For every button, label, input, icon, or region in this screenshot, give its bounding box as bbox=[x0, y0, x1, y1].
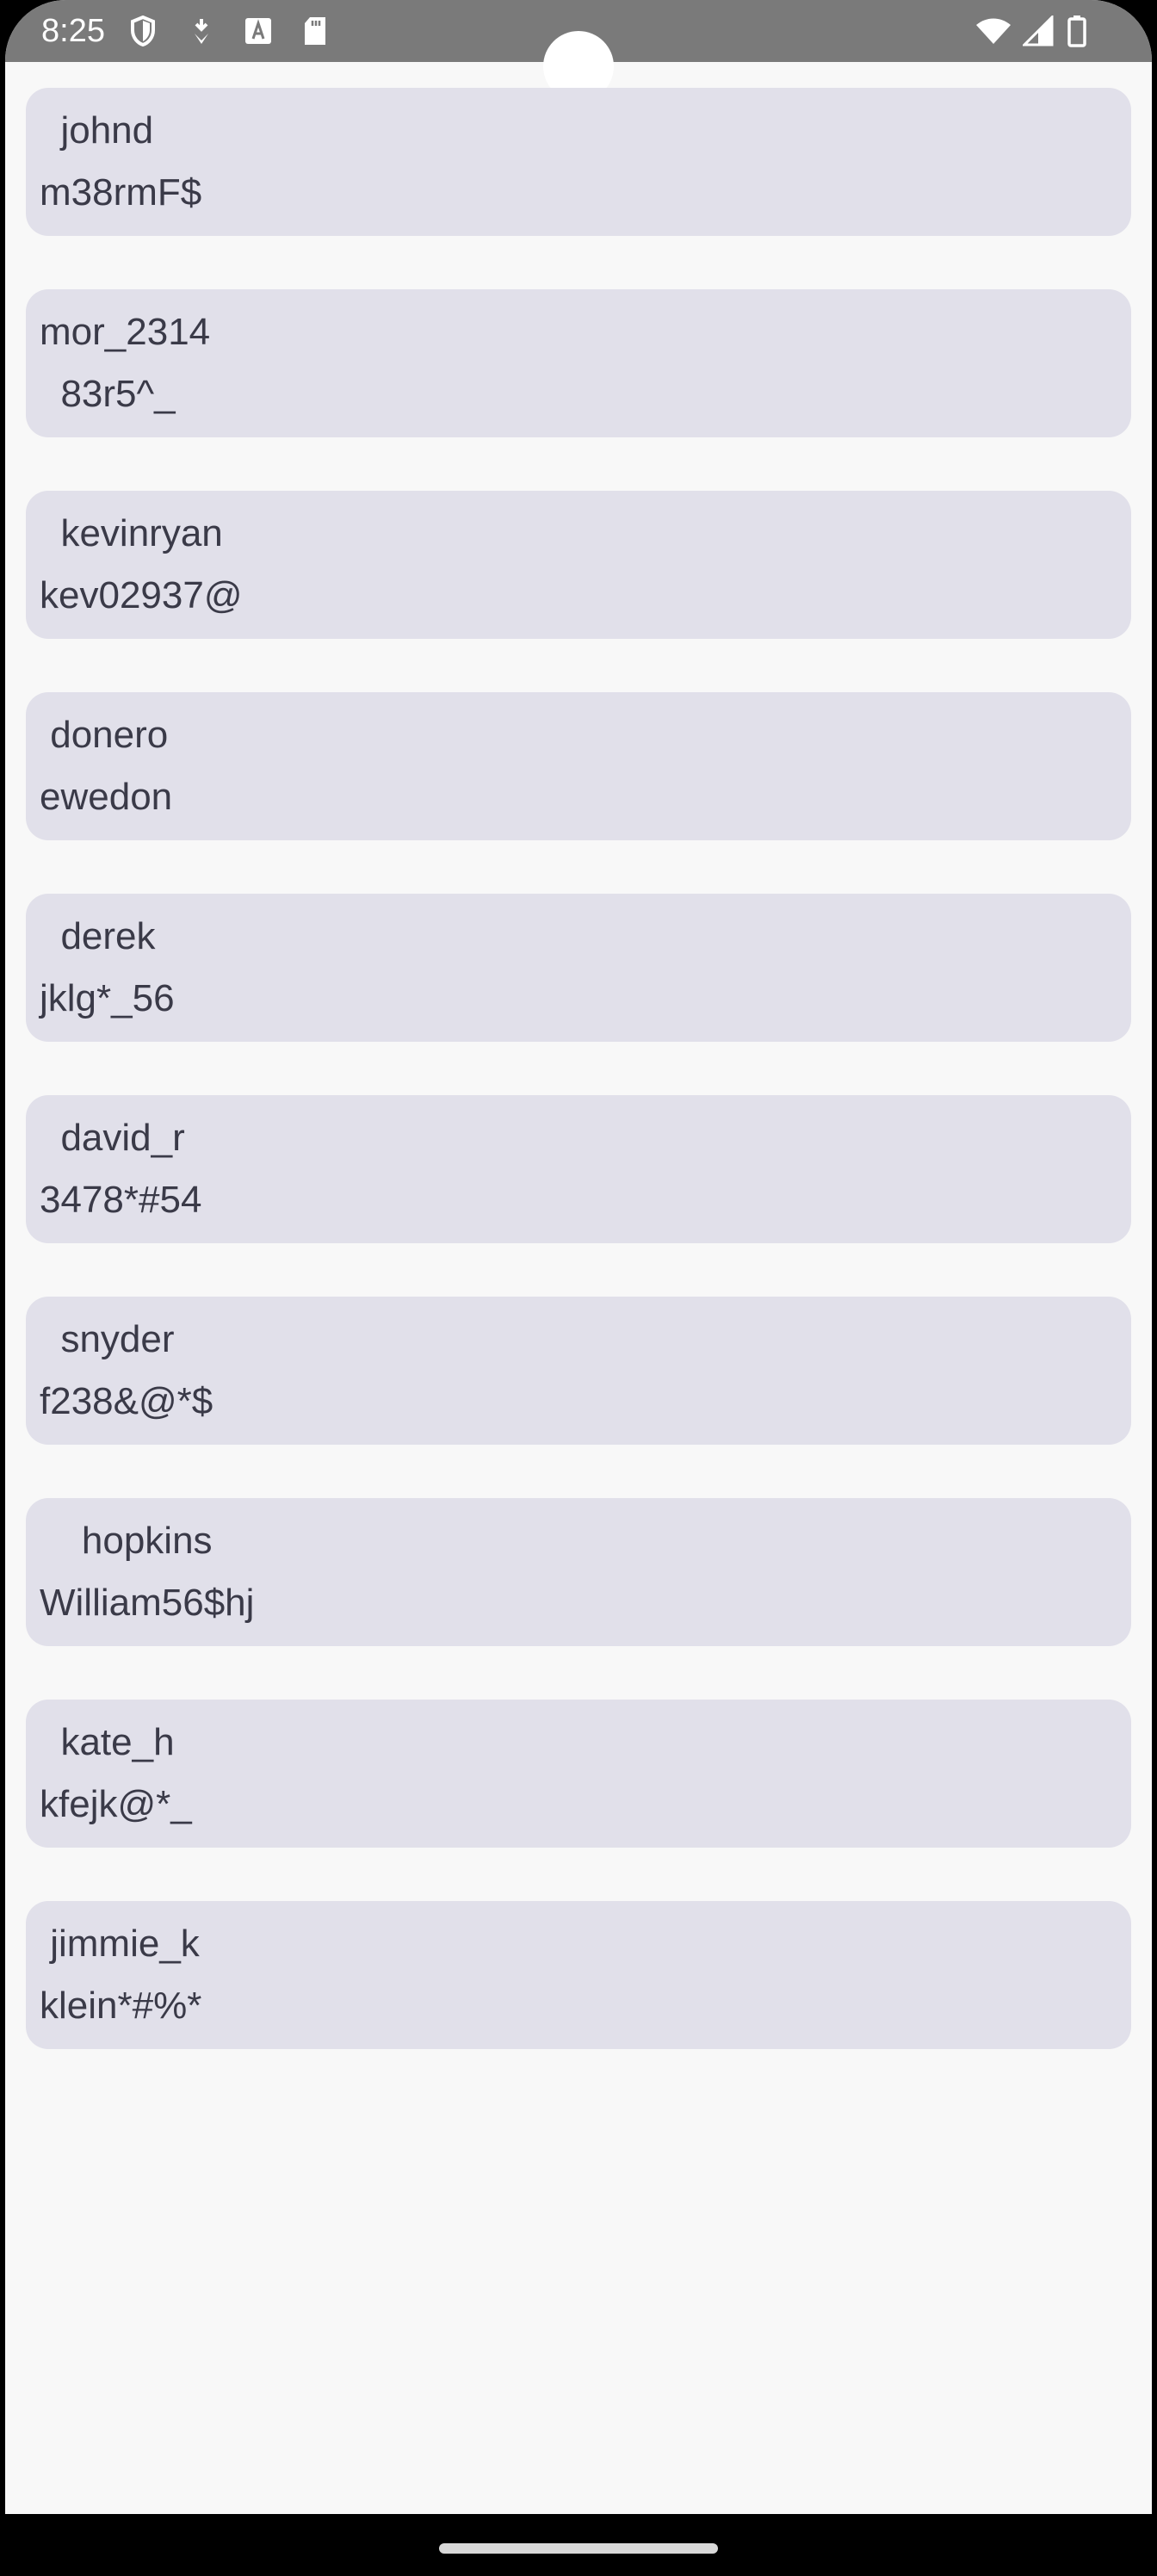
list-item[interactable]: donero ewedon bbox=[26, 692, 1131, 840]
password-label: 3478*#54 bbox=[40, 1179, 202, 1221]
screen: 8:25 johnd m38rmF$ mor_2314 83r5^_ kevin… bbox=[5, 0, 1152, 2576]
password-label: ewedon bbox=[40, 776, 173, 818]
username-label: snyder bbox=[40, 1318, 175, 1360]
sd-card-icon bbox=[300, 12, 331, 50]
list-item[interactable]: david_r 3478*#54 bbox=[26, 1095, 1131, 1243]
home-gesture-handle[interactable] bbox=[439, 2543, 718, 2554]
list-item[interactable]: snyder f238&@*$ bbox=[26, 1297, 1131, 1445]
list-item[interactable]: kevinryan kev02937@ bbox=[26, 491, 1131, 639]
username-label: donero bbox=[40, 714, 169, 756]
list-item[interactable]: kate_h kfejk@*_ bbox=[26, 1700, 1131, 1848]
font-icon bbox=[243, 12, 274, 50]
password-label: jklg*_56 bbox=[40, 977, 175, 1019]
shield-icon bbox=[126, 12, 160, 50]
password-label: kev02937@ bbox=[40, 574, 243, 616]
username-label: derek bbox=[40, 915, 156, 957]
password-label: klein*#%* bbox=[40, 1985, 202, 2027]
username-label: jimmie_k bbox=[40, 1923, 200, 1965]
battery-icon bbox=[1064, 12, 1090, 50]
password-label: kfejk@*_ bbox=[40, 1783, 192, 1825]
password-label: f238&@*$ bbox=[40, 1380, 213, 1422]
wifi-icon bbox=[973, 12, 1014, 50]
list-item[interactable]: derek jklg*_56 bbox=[26, 894, 1131, 1042]
cell-signal-icon bbox=[1021, 12, 1055, 50]
download-icon bbox=[186, 12, 217, 50]
navigation-bar bbox=[0, 2514, 1157, 2576]
password-label: m38rmF$ bbox=[40, 171, 202, 214]
password-label: 83r5^_ bbox=[40, 373, 176, 415]
username-label: mor_2314 bbox=[40, 311, 211, 353]
username-label: hopkins bbox=[40, 1520, 213, 1562]
list-item[interactable]: mor_2314 83r5^_ bbox=[26, 289, 1131, 437]
device-frame: 8:25 johnd m38rmF$ mor_2314 83r5^_ kevin… bbox=[0, 0, 1157, 2576]
status-time: 8:25 bbox=[41, 13, 105, 49]
username-label: david_r bbox=[40, 1117, 185, 1159]
username-label: kate_h bbox=[40, 1721, 175, 1763]
username-label: johnd bbox=[40, 109, 154, 152]
list-item[interactable]: johnd m38rmF$ bbox=[26, 88, 1131, 236]
username-label: kevinryan bbox=[40, 512, 223, 554]
list-item[interactable]: jimmie_k klein*#%* bbox=[26, 1901, 1131, 2049]
password-label: William56$hj bbox=[40, 1582, 255, 1624]
list-item[interactable]: hopkins William56$hj bbox=[26, 1498, 1131, 1646]
